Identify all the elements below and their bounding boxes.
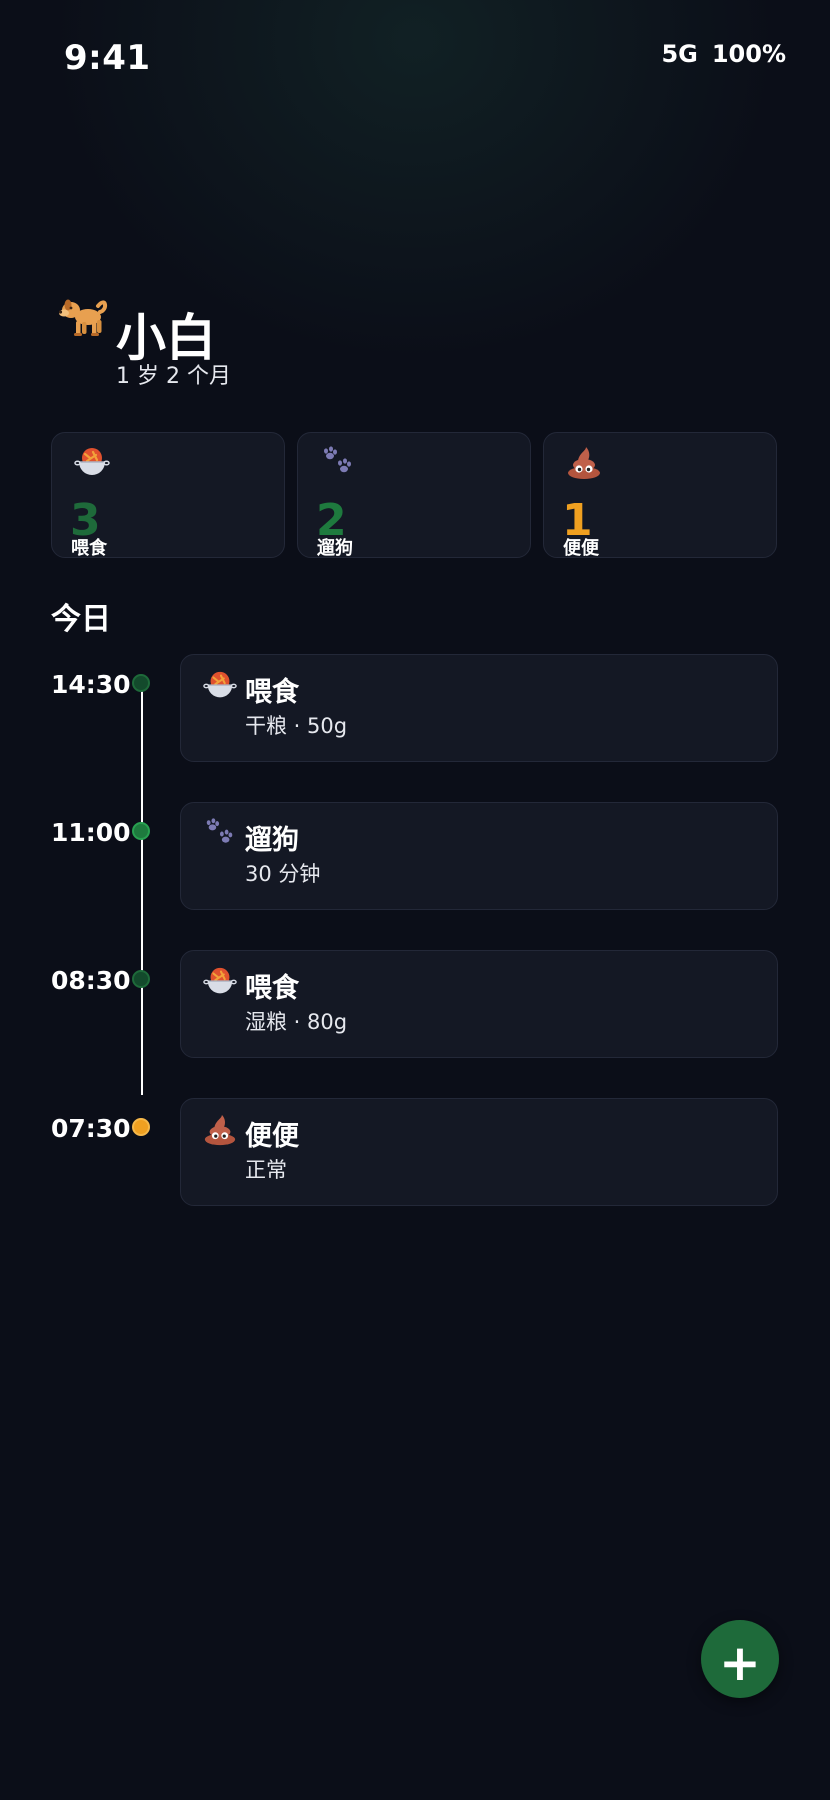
- paw-icon: [320, 445, 356, 481]
- timeline-entry-card[interactable]: 便便 正常: [180, 1098, 778, 1206]
- section-title-today: 今日: [51, 602, 111, 637]
- timeline: 14:30 喂食 干粮 · 50g 11:00 遛狗 30 分钟 08:30 喂…: [0, 650, 830, 1210]
- food-bowl-icon: [203, 669, 237, 703]
- timeline-dot: [132, 822, 150, 840]
- timeline-entry-detail: 干粮 · 50g: [245, 714, 348, 738]
- add-record-button[interactable]: +: [701, 1620, 779, 1698]
- food-bowl-icon: [74, 445, 110, 481]
- timeline-time: 11:00: [51, 818, 131, 847]
- poop-icon: [566, 445, 602, 481]
- pet-age: 1 岁 2 个月: [116, 364, 231, 389]
- stat-label-walking: 遛狗: [317, 538, 353, 559]
- dog-icon: [58, 290, 110, 342]
- food-bowl-icon: [203, 965, 237, 999]
- network-indicator: 5G: [661, 40, 698, 68]
- timeline-entry-card[interactable]: 喂食 干粮 · 50g: [180, 654, 778, 762]
- timeline-entry-title: 便便: [245, 1121, 299, 1152]
- stat-card-walking[interactable]: 2 遛狗: [297, 432, 531, 559]
- timeline-time: 14:30: [51, 670, 131, 699]
- stat-card-feeding[interactable]: 3 喂食: [51, 432, 285, 559]
- stat-label-feeding: 喂食: [71, 538, 107, 559]
- timeline-dot: [132, 1118, 150, 1136]
- timeline-entry-title: 喂食: [245, 677, 299, 708]
- poop-icon: [203, 1113, 237, 1147]
- timeline-line: [141, 683, 143, 1095]
- status-time: 9:41: [64, 38, 151, 78]
- timeline-entry-title: 喂食: [245, 973, 299, 1004]
- timeline-dot: [132, 970, 150, 988]
- timeline-entry-title: 遛狗: [245, 825, 299, 856]
- battery-indicator: 100%: [711, 40, 786, 68]
- stat-label-poop: 便便: [563, 538, 599, 559]
- timeline-entry-detail: 正常: [245, 1158, 287, 1182]
- timeline-time: 07:30: [51, 1114, 131, 1143]
- app-screen: 9:41 5G 100% 小白 1 岁 2 个月 3 喂食 2 遛狗 1 便便 …: [0, 0, 830, 1800]
- pet-header[interactable]: 小白 1 岁 2 个月: [58, 290, 458, 400]
- timeline-entry-card[interactable]: 遛狗 30 分钟: [180, 802, 778, 910]
- status-indicators: 5G 100%: [661, 40, 786, 68]
- timeline-entry-detail: 湿粮 · 80g: [245, 1010, 348, 1034]
- stat-card-poop[interactable]: 1 便便: [543, 432, 777, 559]
- stats-summary: 3 喂食 2 遛狗 1 便便: [51, 432, 778, 560]
- timeline-time: 08:30: [51, 966, 131, 995]
- timeline-entry-detail: 30 分钟: [245, 862, 321, 886]
- timeline-dot: [132, 674, 150, 692]
- timeline-entry-card[interactable]: 喂食 湿粮 · 80g: [180, 950, 778, 1058]
- plus-icon: +: [719, 1634, 761, 1692]
- status-bar: 9:41 5G 100%: [0, 0, 830, 120]
- paw-icon: [203, 817, 237, 851]
